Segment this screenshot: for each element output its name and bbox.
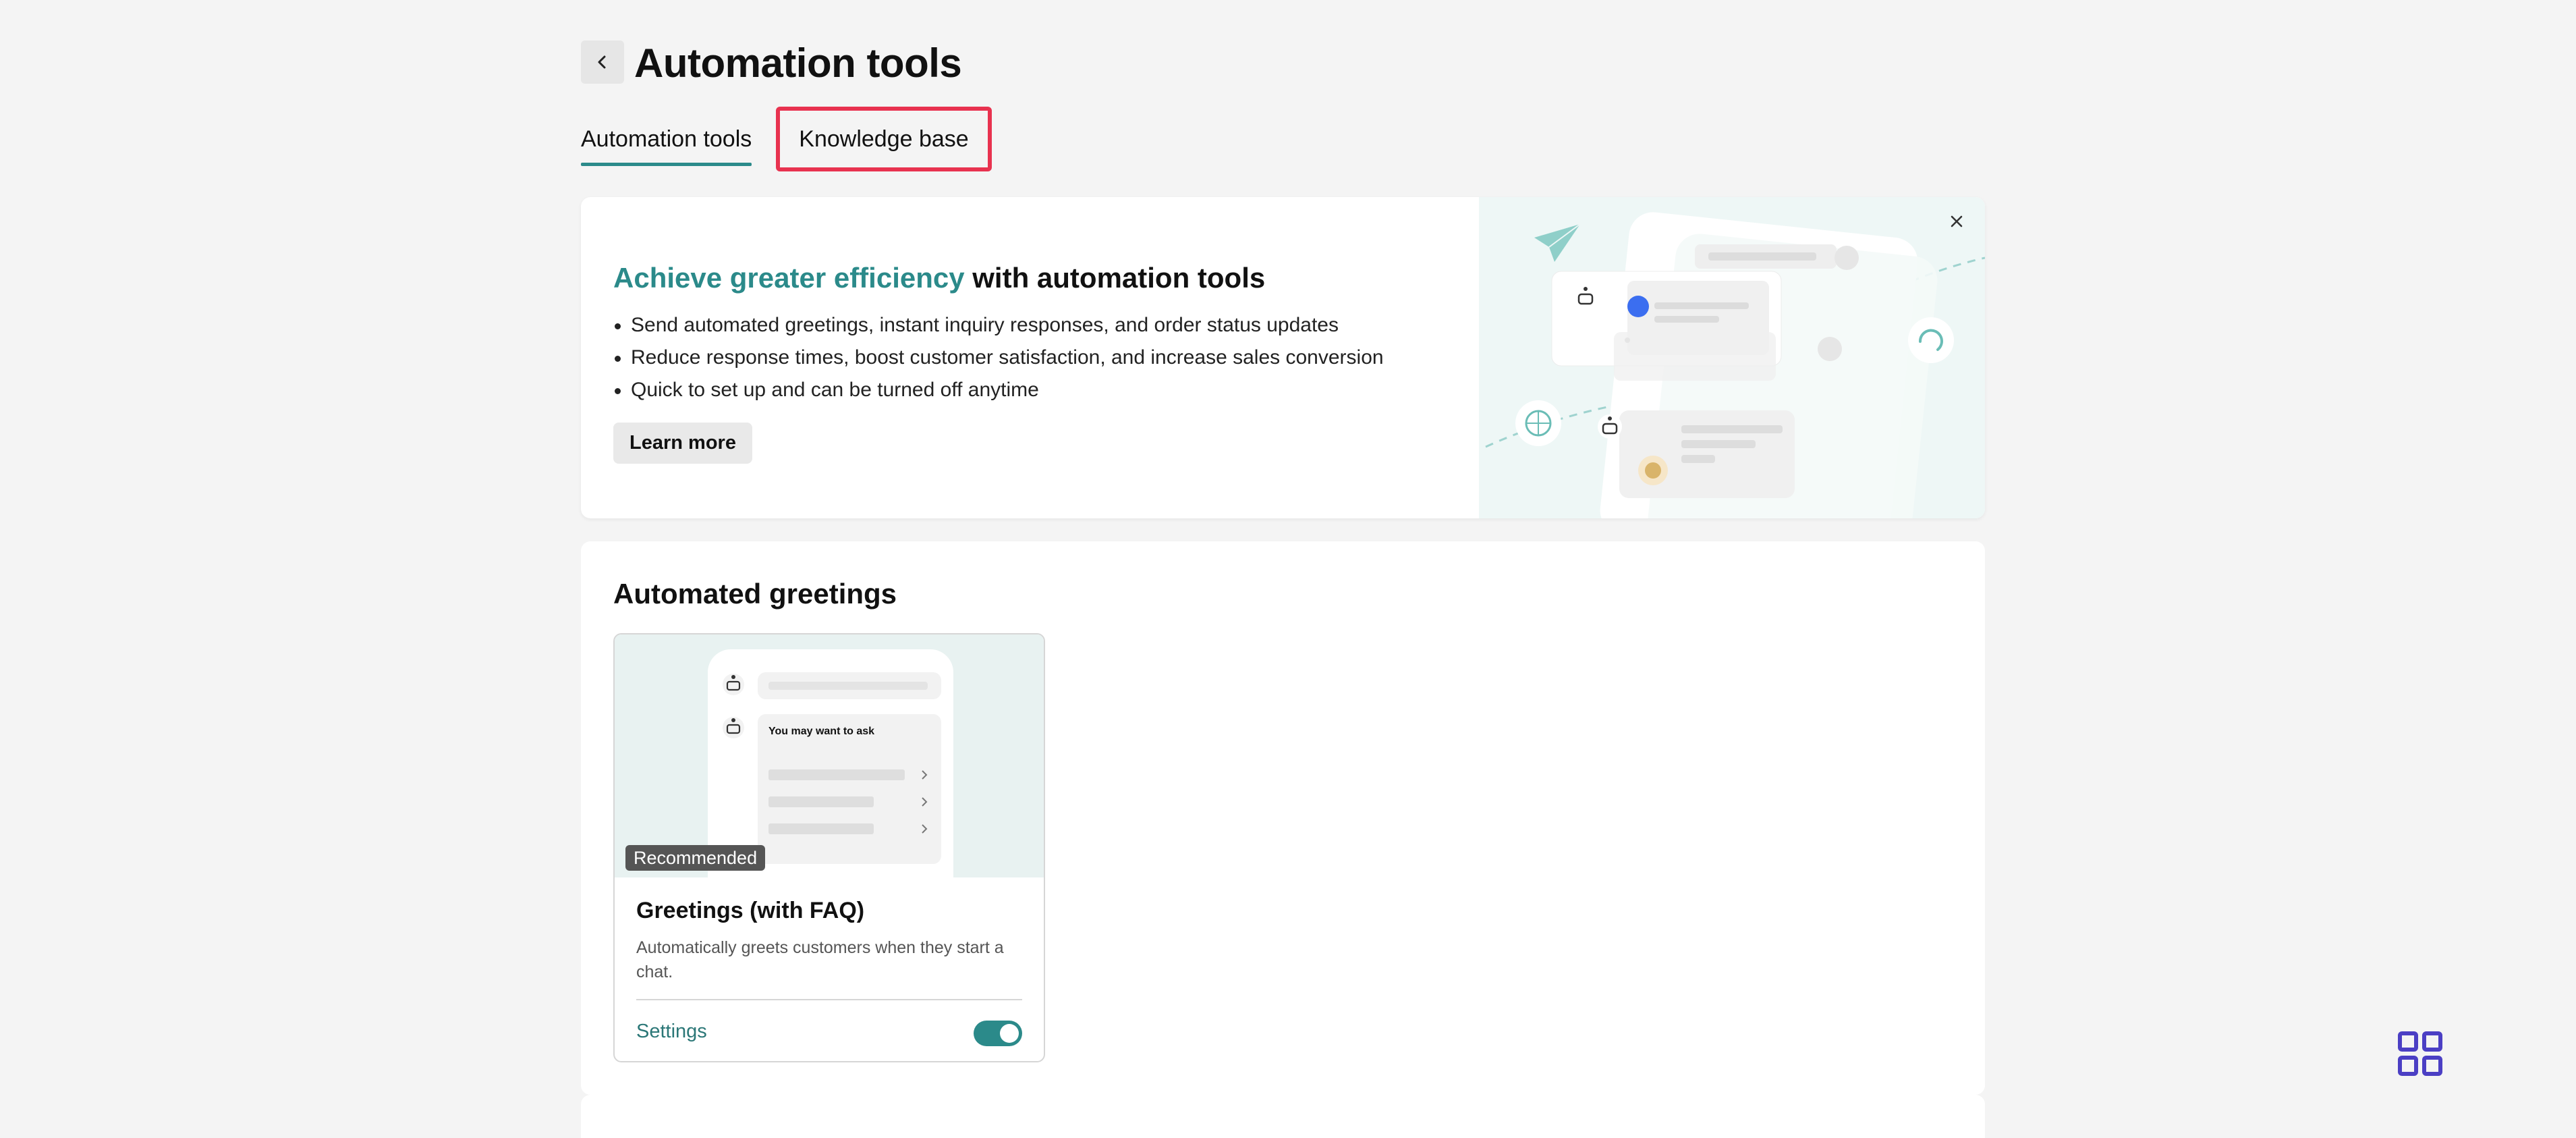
banner-heading-accent: Achieve greater efficiency — [613, 262, 965, 294]
card-description: Automatically greets customers when they… — [636, 938, 1004, 981]
card-title: Greetings (with FAQ) — [636, 898, 865, 923]
preview-text: You may want to ask — [768, 726, 874, 737]
section-title: Automated greetings — [613, 578, 897, 609]
page: Automation tools Automation tools Knowle… — [0, 0, 2576, 1138]
banner-heading-rest: with automation tools — [964, 262, 1266, 294]
page-title: Automation tools — [634, 40, 962, 86]
learn-more-button[interactable]: Learn more — [613, 423, 752, 464]
greetings-toggle[interactable] — [974, 1021, 1022, 1046]
banner-bullet: Reduce response times, boost customer sa… — [613, 342, 1384, 374]
toggle-knob — [1000, 1024, 1019, 1043]
next-section-partial — [581, 1095, 1985, 1138]
chevron-left-icon — [598, 55, 606, 69]
banner-bullets: Send automated greetings, instant inquir… — [613, 309, 1384, 406]
greetings-faq-card[interactable]: You may want to ask Recommended Greeting… — [613, 633, 1045, 1062]
settings-link[interactable]: Settings — [636, 1021, 707, 1043]
tab-automation-tools[interactable]: Automation tools — [581, 124, 752, 166]
card-preview: You may want to ask Recommended — [615, 634, 1044, 906]
chat-illustration — [1485, 212, 1985, 518]
banner-heading: Achieve greater efficiency with automati… — [613, 259, 1384, 297]
automated-greetings-section: Automated greetings You may want to ask — [581, 541, 1985, 1095]
tab-bar: Automation tools Knowledge base — [581, 107, 992, 171]
close-icon — [1951, 215, 1963, 227]
banner-bullet: Send automated greetings, instant inquir… — [613, 309, 1384, 342]
recommended-badge: Recommended — [625, 845, 766, 871]
banner-illustration — [1479, 197, 1985, 518]
back-button[interactable] — [581, 40, 624, 84]
banner-bullet: Quick to set up and can be turned off an… — [613, 374, 1384, 406]
close-button[interactable] — [1942, 207, 1971, 236]
promo-banner: Achieve greater efficiency with automati… — [581, 197, 1985, 518]
apps-button[interactable] — [2397, 1030, 2444, 1077]
card-divider — [636, 999, 1022, 1000]
banner-text: Achieve greater efficiency with automati… — [613, 259, 1384, 464]
tab-knowledge-base[interactable]: Knowledge base — [776, 107, 992, 171]
grid-apps-icon — [2398, 1031, 2442, 1076]
chat-preview-illustration: You may want to ask — [708, 649, 953, 906]
